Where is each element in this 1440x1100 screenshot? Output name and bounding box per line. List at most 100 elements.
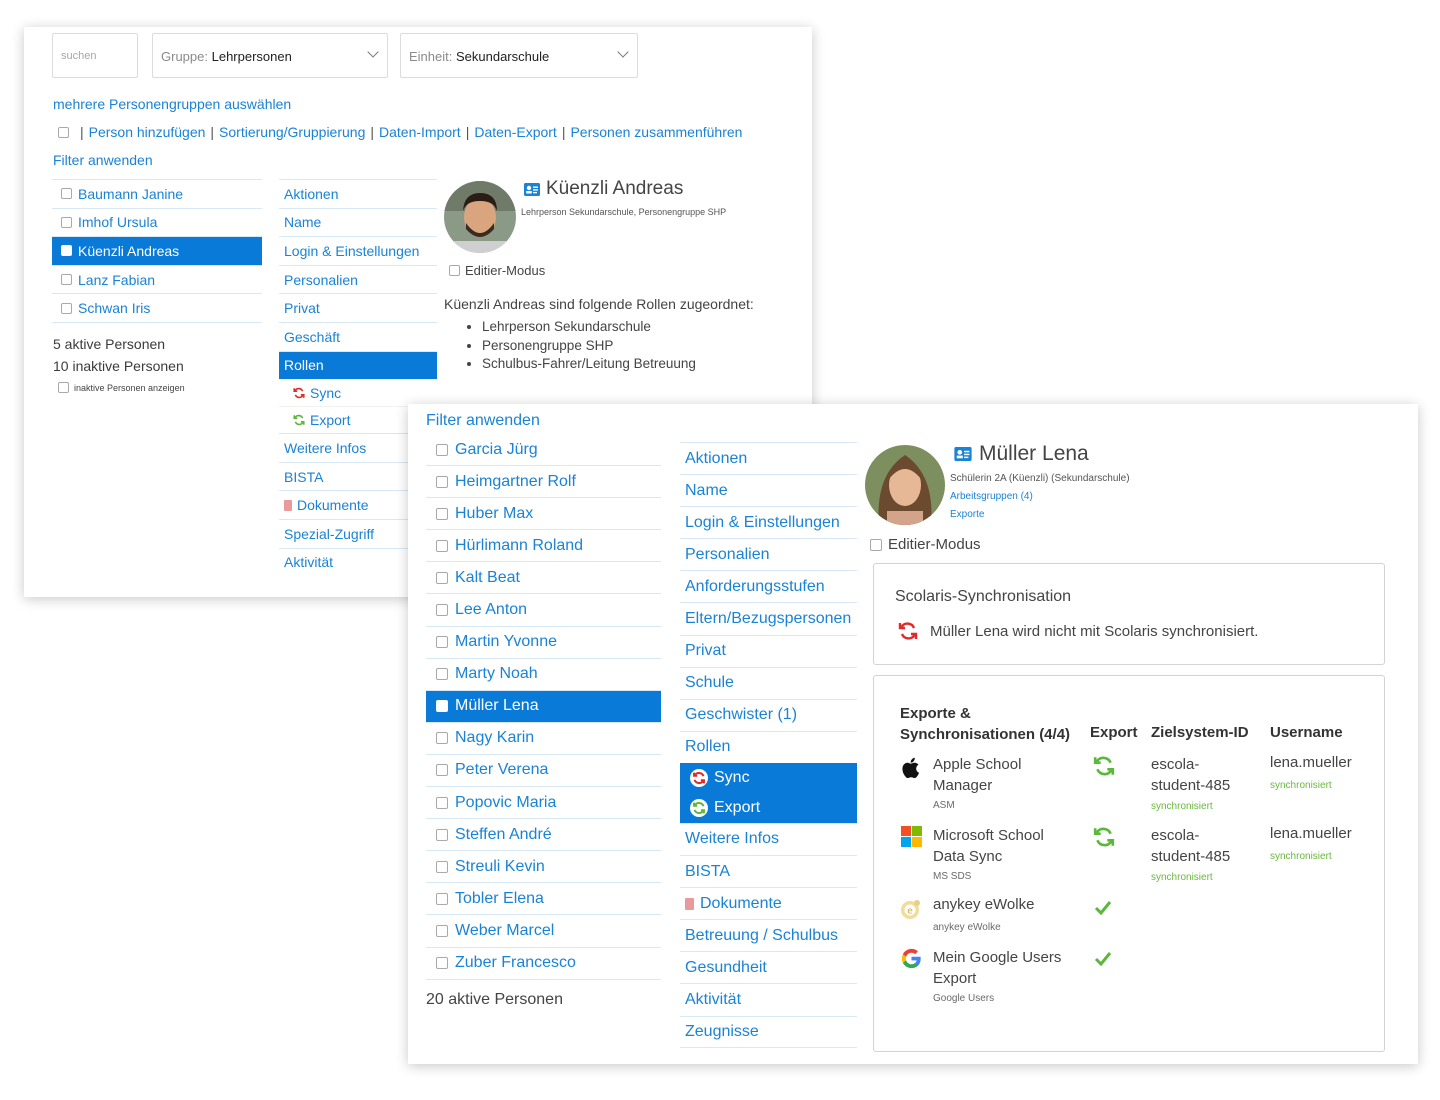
nav-item-personal[interactable]: Personalien: [680, 538, 857, 570]
data-import-link[interactable]: Daten-Import: [379, 124, 461, 140]
nav-item-roles[interactable]: Rollen: [680, 730, 857, 763]
person-checkbox[interactable]: [436, 764, 448, 777]
person-list-item[interactable]: Lanz Fabian: [52, 266, 262, 295]
person-list-item[interactable]: Garcia Jürg: [426, 434, 661, 467]
edit-mode-checkbox[interactable]: [870, 538, 882, 551]
select-all-checkbox[interactable]: [58, 126, 69, 138]
nav-item-business[interactable]: Geschäft: [279, 321, 437, 351]
nav-item-actions[interactable]: Aktionen: [680, 442, 857, 474]
person-list-item[interactable]: Streuli Kevin: [426, 851, 661, 884]
nav-item-health[interactable]: Gesundheit: [680, 951, 857, 983]
roles-intro: Küenzli Andreas sind folgende Rollen zug…: [444, 296, 754, 312]
person-checkbox[interactable]: [436, 636, 448, 649]
person-checkbox[interactable]: [436, 732, 448, 745]
filter-link[interactable]: Filter anwenden: [426, 412, 540, 430]
person-checkbox[interactable]: [436, 539, 448, 552]
nav-item-requirement-levels[interactable]: Anforderungsstufen: [680, 570, 857, 602]
person-checkbox[interactable]: [436, 604, 448, 617]
exports-link[interactable]: Exporte: [950, 509, 984, 520]
person-checkbox[interactable]: [61, 216, 72, 228]
nav-item-actions[interactable]: Aktionen: [279, 179, 437, 208]
workgroups-link[interactable]: Arbeitsgruppen (4): [950, 491, 1033, 502]
nav-item-sync[interactable]: Sync: [680, 762, 857, 793]
sync-red-icon: [898, 622, 918, 640]
person-checkbox[interactable]: [436, 860, 448, 873]
avatar-mueller: [865, 445, 945, 525]
person-list-item[interactable]: Marty Noah: [426, 659, 661, 691]
person-list-item[interactable]: Huber Max: [426, 498, 661, 531]
person-list-item[interactable]: Weber Marcel: [426, 915, 661, 948]
add-person-link[interactable]: Person hinzufügen: [89, 124, 206, 140]
person-checkbox[interactable]: [436, 892, 448, 905]
nav-item-login[interactable]: Login & Einstellungen: [279, 236, 437, 265]
unit-select[interactable]: Einheit: Sekundarschule: [400, 33, 638, 78]
sync-panel: Scolaris-Synchronisation Müller Lena wir…: [873, 563, 1385, 665]
edit-mode-toggle[interactable]: Editier-Modus: [449, 263, 545, 278]
person-checkbox[interactable]: [61, 245, 72, 257]
chevron-down-icon: [617, 46, 629, 58]
person-checkbox[interactable]: [436, 957, 448, 970]
person-list-item-selected[interactable]: Müller Lena: [426, 690, 661, 723]
nav-item-sync[interactable]: Sync: [279, 379, 437, 406]
person-list-item[interactable]: Imhof Ursula: [52, 209, 262, 238]
nav-item-school[interactable]: Schule: [680, 666, 857, 699]
nav-item-private[interactable]: Privat: [279, 293, 437, 322]
person-list-item[interactable]: Nagy Karin: [426, 723, 661, 755]
person-checkbox[interactable]: [61, 274, 72, 286]
search-input[interactable]: suchen: [52, 33, 138, 78]
role-item: Lehrperson Sekundarschule: [482, 318, 696, 337]
person-checkbox[interactable]: [436, 571, 448, 584]
person-checkbox[interactable]: [436, 443, 448, 456]
multi-group-link[interactable]: mehrere Personengruppen auswählen: [53, 96, 291, 112]
nav-item-care-bus[interactable]: Betreuung / Schulbus: [680, 919, 857, 951]
nav-item-login[interactable]: Login & Einstellungen: [680, 506, 857, 538]
sorting-grouping-link[interactable]: Sortierung/Gruppierung: [219, 124, 365, 140]
nav-item-more-info[interactable]: Weitere Infos: [680, 822, 857, 855]
edit-mode-checkbox[interactable]: [449, 265, 460, 276]
person-checkbox[interactable]: [436, 924, 448, 937]
nav-item-bista[interactable]: BISTA: [680, 855, 857, 887]
nav-item-personal[interactable]: Personalien: [279, 264, 437, 294]
person-list-item[interactable]: Heimgartner Rolf: [426, 466, 661, 499]
filter-link[interactable]: Filter anwenden: [53, 152, 153, 168]
person-checkbox[interactable]: [61, 302, 72, 314]
person-name: Müller Lena: [455, 697, 539, 715]
person-list-item[interactable]: Schwan Iris: [52, 294, 262, 323]
person-checkbox[interactable]: [436, 796, 448, 809]
show-inactive-toggle[interactable]: inaktive Personen anzeigen: [58, 382, 185, 393]
nav-item-parents[interactable]: Eltern/Bezugspersonen: [680, 602, 857, 634]
person-checkbox[interactable]: [436, 475, 448, 488]
person-list-item[interactable]: Tobler Elena: [426, 883, 661, 916]
person-list-item[interactable]: Peter Verena: [426, 755, 661, 788]
nav-item-roles[interactable]: Rollen: [279, 350, 437, 380]
person-list-item-selected[interactable]: Küenzli Andreas: [52, 237, 262, 266]
nav-item-export[interactable]: Export: [680, 792, 857, 823]
person-checkbox[interactable]: [436, 828, 448, 841]
person-list-item[interactable]: Baumann Janine: [52, 180, 262, 209]
person-checkbox[interactable]: [436, 700, 448, 713]
person-list-item[interactable]: Steffen André: [426, 819, 661, 852]
group-select[interactable]: Gruppe: Lehrpersonen: [152, 33, 388, 78]
person-name: Streuli Kevin: [455, 857, 545, 875]
show-inactive-checkbox[interactable]: [58, 382, 69, 393]
edit-mode-toggle[interactable]: Editier-Modus: [870, 536, 981, 553]
nav-item-private[interactable]: Privat: [680, 634, 857, 667]
nav-item-reports[interactable]: Zeugnisse: [680, 1015, 857, 1048]
nav-item-activity[interactable]: Aktivität: [680, 983, 857, 1015]
person-list-item[interactable]: Kalt Beat: [426, 562, 661, 595]
person-checkbox[interactable]: [61, 188, 72, 200]
nav-item-siblings[interactable]: Geschwister (1): [680, 698, 857, 731]
separator: |: [465, 124, 470, 140]
person-list-item[interactable]: Zuber Francesco: [426, 948, 661, 980]
person-list-item[interactable]: Lee Anton: [426, 594, 661, 627]
person-list-item[interactable]: Martin Yvonne: [426, 627, 661, 659]
person-list-item[interactable]: Hürlimann Roland: [426, 530, 661, 563]
data-export-link[interactable]: Daten-Export: [474, 124, 556, 140]
person-list-item[interactable]: Popovic Maria: [426, 787, 661, 820]
nav-item-name[interactable]: Name: [680, 474, 857, 506]
nav-item-name[interactable]: Name: [279, 207, 437, 237]
merge-persons-link[interactable]: Personen zusammenführen: [570, 124, 742, 140]
nav-item-documents[interactable]: Dokumente: [680, 887, 857, 919]
person-checkbox[interactable]: [436, 507, 448, 520]
person-checkbox[interactable]: [436, 668, 448, 681]
